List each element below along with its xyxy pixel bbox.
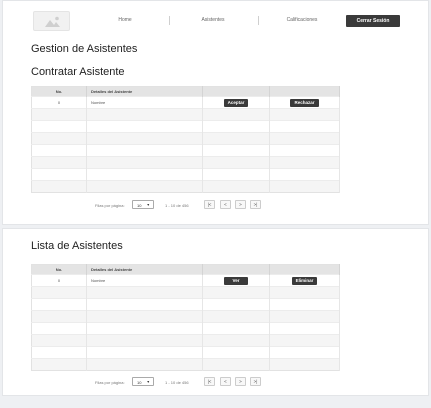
table-row: 0 Nombre Aceptar Rechazar bbox=[31, 96, 340, 109]
column-header-no: No. bbox=[31, 86, 87, 97]
navbar: Home Asistentes Calificaciones Cerrar Se… bbox=[3, 11, 428, 31]
rows-per-page-value: 10 bbox=[137, 203, 142, 208]
column-header-action2 bbox=[269, 86, 340, 97]
table-row bbox=[31, 168, 340, 181]
rows-per-page-select[interactable]: 10 ▼ bbox=[132, 377, 154, 386]
cell-reject: Rechazar bbox=[269, 96, 340, 109]
chevron-down-icon: ▼ bbox=[146, 203, 150, 207]
prev-page-button[interactable]: < bbox=[220, 200, 231, 209]
list-table: No. Detalles del Asistente 0 Nombre Ver … bbox=[31, 264, 340, 371]
table-row: 0 Nombre Ver Eliminar bbox=[31, 274, 340, 287]
last-page-button[interactable]: >| bbox=[250, 200, 261, 209]
table-header-row: No. Detalles del Asistente bbox=[31, 264, 340, 275]
table-row bbox=[31, 346, 340, 359]
cell-details: Nombre bbox=[86, 274, 203, 287]
table-row bbox=[31, 156, 340, 169]
table-row bbox=[31, 120, 340, 133]
image-placeholder-icon bbox=[45, 16, 60, 27]
table-row bbox=[31, 334, 340, 347]
nav-divider bbox=[169, 16, 170, 25]
column-header-details: Detalles del Asistente bbox=[86, 264, 203, 275]
cell-no: 0 bbox=[31, 96, 87, 109]
pagination-range: 1 - 10 de 456 bbox=[165, 380, 189, 385]
table-row bbox=[31, 144, 340, 157]
page-title: Gestion de Asistentes bbox=[31, 43, 138, 55]
list-section-title: Lista de Asistentes bbox=[31, 240, 123, 252]
first-page-button[interactable]: |< bbox=[204, 377, 215, 386]
hire-table: No. Detalles del Asistente 0 Nombre Acep… bbox=[31, 86, 340, 193]
list-card: Lista de Asistentes No. Detalles del Asi… bbox=[2, 228, 429, 396]
last-page-button[interactable]: >| bbox=[250, 377, 261, 386]
cell-details: Nombre bbox=[86, 96, 203, 109]
column-header-action2 bbox=[269, 264, 340, 275]
reject-button[interactable]: Rechazar bbox=[290, 98, 319, 107]
rows-per-page-label: Filas por página: bbox=[95, 203, 125, 208]
column-header-no: No. bbox=[31, 264, 87, 275]
table-row bbox=[31, 286, 340, 299]
cell-view: Ver bbox=[202, 274, 270, 287]
next-page-button[interactable]: > bbox=[235, 377, 246, 386]
table-row bbox=[31, 310, 340, 323]
cell-accept: Aceptar bbox=[202, 96, 270, 109]
nav-link-asistentes[interactable]: Asistentes bbox=[201, 17, 224, 23]
nav-divider bbox=[258, 16, 259, 25]
rows-per-page-label: Filas por página: bbox=[95, 380, 125, 385]
next-page-button[interactable]: > bbox=[235, 200, 246, 209]
view-button[interactable]: Ver bbox=[224, 276, 248, 285]
hire-section-title: Contratar Asistente bbox=[31, 66, 125, 78]
table-header-row: No. Detalles del Asistente bbox=[31, 86, 340, 97]
table-row bbox=[31, 322, 340, 335]
table-row bbox=[31, 180, 340, 193]
table-row bbox=[31, 298, 340, 311]
accept-button[interactable]: Aceptar bbox=[223, 98, 249, 107]
table-row bbox=[31, 132, 340, 145]
prev-page-button[interactable]: < bbox=[220, 377, 231, 386]
nav-link-home[interactable]: Home bbox=[118, 17, 131, 23]
nav-link-calificaciones[interactable]: Calificaciones bbox=[287, 17, 318, 23]
cell-delete: Eliminar bbox=[269, 274, 340, 287]
table-row bbox=[31, 108, 340, 121]
rows-per-page-select[interactable]: 10 ▼ bbox=[132, 200, 154, 209]
column-header-action1 bbox=[202, 86, 270, 97]
logout-button[interactable]: Cerrar Sesión bbox=[346, 15, 400, 27]
delete-button[interactable]: Eliminar bbox=[291, 276, 318, 285]
main-card: Home Asistentes Calificaciones Cerrar Se… bbox=[2, 0, 429, 225]
logo[interactable] bbox=[33, 11, 70, 31]
rows-per-page-value: 10 bbox=[137, 380, 142, 385]
chevron-down-icon: ▼ bbox=[146, 380, 150, 384]
table-row bbox=[31, 358, 340, 371]
first-page-button[interactable]: |< bbox=[204, 200, 215, 209]
cell-no: 0 bbox=[31, 274, 87, 287]
column-header-action1 bbox=[202, 264, 270, 275]
pagination-range: 1 - 10 de 456 bbox=[165, 203, 189, 208]
column-header-details: Detalles del Asistente bbox=[86, 86, 203, 97]
